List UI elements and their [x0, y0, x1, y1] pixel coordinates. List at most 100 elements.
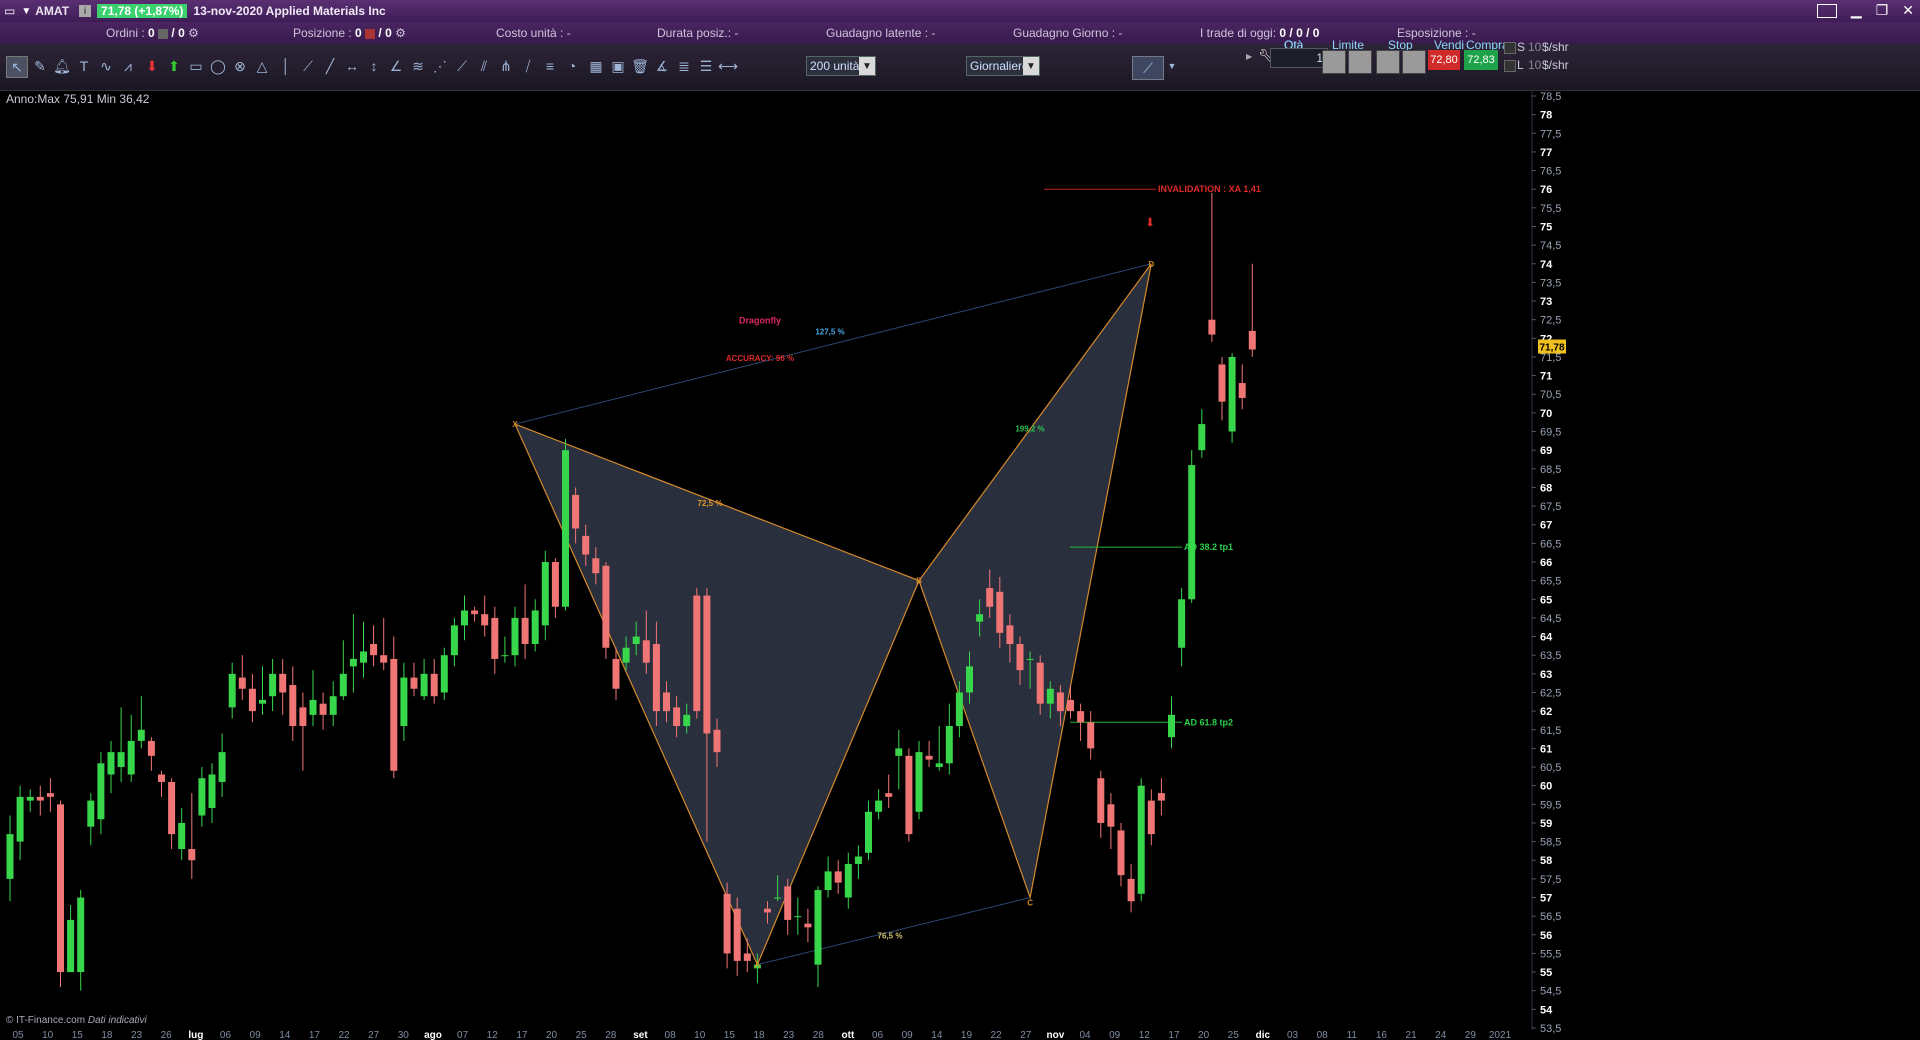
snapshot-tool-icon[interactable]: ▣	[608, 56, 628, 76]
x-tick-label: 09	[1109, 1030, 1121, 1040]
alert-bell-icon[interactable]: 🔔︎	[52, 56, 72, 76]
period-dropdown-icon[interactable]: ▼	[1023, 57, 1039, 75]
chart-type-icon[interactable]: ⟋	[1132, 56, 1164, 80]
y-tick-label: 58,5	[1540, 837, 1561, 849]
price-chart[interactable]: 78,5 78 77,5 77 76,5 76 75,5 75 74,5 74 73,5 73 72,5…	[0, 90, 1920, 1040]
buy-button[interactable]: 72,83	[1464, 50, 1498, 70]
s-qty: 10	[1528, 40, 1542, 54]
x-tick-label: 21	[1406, 1030, 1418, 1040]
measure-tool-icon[interactable]: ⟷	[718, 56, 738, 76]
trendline-tool-icon[interactable]: ⟋	[298, 56, 318, 76]
long-checkbox[interactable]	[1504, 60, 1516, 72]
chart-type-dropdown-icon[interactable]: ▼	[1162, 56, 1182, 76]
pitchfork-tool-icon[interactable]: ⋔	[496, 56, 516, 76]
horizontal-range-tool-icon[interactable]: ↔	[342, 56, 362, 76]
candle-body	[248, 688, 256, 712]
window-icon[interactable]: ▭	[4, 4, 15, 18]
limit-sell-button[interactable]	[1348, 50, 1372, 74]
info-icon[interactable]: i	[79, 5, 92, 17]
vertical-range-tool-icon[interactable]: ↕	[364, 56, 384, 76]
candle-body	[663, 692, 670, 712]
symbol-dropdown-icon[interactable]: ▼	[21, 6, 31, 17]
limit-buy-button[interactable]	[1322, 50, 1346, 74]
rectangle-tool-icon[interactable]: ▭	[186, 56, 206, 76]
circle-cross-tool-icon[interactable]: ⊗	[230, 56, 250, 76]
delete-drawings-icon[interactable]: 🗑︎	[630, 56, 650, 76]
ray-tool-icon[interactable]: ╱	[320, 56, 340, 76]
vertical-line-tool-icon[interactable]: │	[276, 56, 296, 76]
period-select[interactable]: Giornaliero ▼	[966, 56, 1040, 76]
pencil-tool-icon[interactable]: ✎	[30, 56, 50, 76]
indicator-tool-icon[interactable]: ∿	[96, 56, 116, 76]
position-settings-icon[interactable]: ⚙	[395, 26, 406, 40]
arc-tool-icon[interactable]: ◔	[562, 56, 582, 76]
raff-channel-tool-icon[interactable]: ≡	[540, 56, 560, 76]
candle-body	[1077, 711, 1085, 723]
orders-settings-icon[interactable]: ⚙	[188, 26, 199, 40]
window-controls: ▁ ❐ ✕	[1816, 2, 1914, 19]
candle-body	[349, 658, 357, 667]
y-tick-label: 77,5	[1540, 128, 1561, 140]
day-gain: Guadagno Giorno : -	[1013, 26, 1123, 40]
candle-body	[198, 778, 206, 816]
sell-button[interactable]: 72,80	[1428, 50, 1460, 70]
short-checkbox[interactable]	[1504, 42, 1516, 54]
fan-tool-icon[interactable]: ⋰	[430, 56, 450, 76]
units-dropdown-icon[interactable]: ▼	[859, 57, 875, 75]
candle-body	[824, 871, 832, 891]
x-tick-label: ott	[842, 1030, 855, 1040]
pointer-tool-icon[interactable]: ↖	[6, 56, 28, 78]
buy-arrow-icon[interactable]: ⬆	[164, 56, 184, 76]
position-close-icon[interactable]	[365, 28, 376, 39]
candle-body	[380, 655, 388, 663]
multiline-tool-icon[interactable]: ☰	[696, 56, 716, 76]
qty-input[interactable]: 1	[1270, 48, 1328, 68]
lines-tool-icon[interactable]: ≣	[674, 56, 694, 76]
channel-tool-icon[interactable]: ⫽	[474, 56, 494, 76]
fibonacci-tool-icon[interactable]: ≋	[408, 56, 428, 76]
regression-tool-icon[interactable]: ⧸	[518, 56, 538, 76]
candle-body	[1006, 625, 1014, 645]
gann-tool-icon[interactable]: ⟋	[452, 56, 472, 76]
stop-buy-button[interactable]	[1376, 50, 1400, 74]
zigzag-tool-icon[interactable]: ⩘	[118, 56, 138, 76]
candle-body	[955, 692, 963, 727]
angle-tool-icon[interactable]: ∠	[386, 56, 406, 76]
y-tick-label: 64,5	[1540, 613, 1561, 625]
candle-body	[1228, 356, 1236, 432]
candle-body	[370, 644, 378, 656]
candle-body	[87, 800, 95, 827]
l-qty: 10	[1528, 58, 1542, 72]
close-icon[interactable]: ✕	[1902, 2, 1914, 19]
grid-tool-icon[interactable]: ▦	[586, 56, 606, 76]
candle-body	[774, 897, 782, 899]
candle-body	[713, 729, 721, 753]
gann-box-tool-icon[interactable]: ∡	[652, 56, 672, 76]
stop-sell-button[interactable]	[1402, 50, 1426, 74]
x-tick-label: 2021	[1489, 1030, 1512, 1040]
candle-body	[501, 655, 509, 657]
orders-close-icon[interactable]	[158, 28, 169, 39]
keyboard-icon[interactable]	[1816, 3, 1837, 18]
y-tick-label: 65	[1540, 594, 1552, 606]
ellipse-tool-icon[interactable]: ◯	[208, 56, 228, 76]
candle-body	[865, 811, 872, 853]
y-tick-label: 75	[1540, 221, 1552, 233]
y-tick-label: 58	[1540, 855, 1552, 867]
candle-body	[1137, 785, 1145, 894]
candle-body	[511, 617, 519, 656]
symbol-label[interactable]: AMAT	[35, 4, 69, 18]
candle-body	[844, 863, 852, 898]
triangle-tool-icon[interactable]: △	[252, 56, 272, 76]
x-tick-label: 22	[338, 1030, 350, 1040]
x-tick-label: ago	[424, 1030, 442, 1040]
candle-body	[1168, 714, 1175, 738]
sell-arrow-icon[interactable]: ⬇	[142, 56, 162, 76]
units-select[interactable]: 200 unità ▼	[806, 56, 876, 76]
y-tick-label: 75,5	[1540, 203, 1561, 215]
text-tool-icon[interactable]: T	[74, 56, 94, 76]
restore-icon[interactable]: ❐	[1876, 2, 1889, 19]
minimize-icon[interactable]: ▁	[1851, 2, 1862, 19]
candle-body	[67, 919, 75, 973]
collapse-panel-icon[interactable]: ▶	[1246, 52, 1252, 61]
